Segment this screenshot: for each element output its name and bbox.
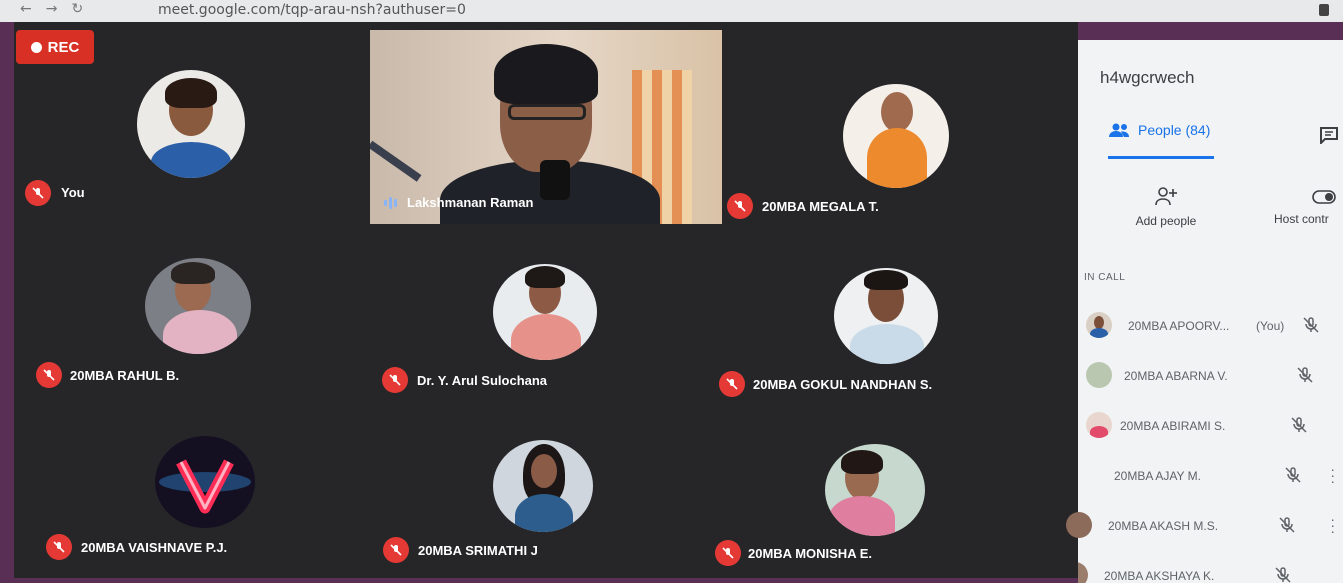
participant-name: 20MBA RAHUL B.: [70, 368, 180, 383]
people-tab-label: People (84): [1138, 122, 1211, 138]
mic-off-icon: [715, 540, 741, 566]
presenter-video[interactable]: Lakshmanan Raman: [370, 30, 722, 224]
participant-name: 20MBA MONISHA E.: [748, 546, 872, 561]
people-icon: [1109, 123, 1129, 137]
avatar: [145, 258, 251, 354]
mic-off-icon: [727, 193, 753, 219]
participant-name: 20MBA GOKUL NANDHAN S.: [753, 377, 933, 392]
browser-nav-icons[interactable]: ←→↻: [20, 1, 97, 17]
participant-name: 20MBA APOORV...: [1128, 319, 1230, 333]
host-controls-label: Host contr: [1274, 212, 1329, 226]
participant-row[interactable]: 20MBA ABARNA V.: [1078, 352, 1343, 400]
mic-off-icon: [1297, 367, 1313, 383]
avatar: [1086, 312, 1112, 338]
participant-name: 20MBA AKASH M.S.: [1108, 519, 1219, 533]
participant-name: 20MBA MEGALA T.: [762, 199, 879, 214]
avatar: [493, 440, 593, 532]
avatar: [1066, 512, 1092, 538]
mic-off-icon: [25, 180, 51, 206]
add-people-label: Add people: [1135, 214, 1197, 228]
people-panel: h4wgcrwech People (84) Add people Host c…: [1066, 40, 1343, 583]
participant-name: 20MBA VAISHNAVE P.J.: [81, 540, 228, 555]
mic-off-icon: [1285, 467, 1301, 483]
participant-name: 20MBA ABIRAMI S.: [1120, 419, 1226, 433]
audio-bars-icon: [384, 196, 397, 209]
add-people-button[interactable]: Add people: [1126, 186, 1206, 228]
extension-icon[interactable]: [1319, 4, 1329, 16]
participant-name: Lakshmanan Raman: [407, 195, 534, 210]
participant-row[interactable]: 20MBA AJAY M. · · ·: [1078, 452, 1343, 500]
participant-name: 20MBA AJAY M.: [1114, 469, 1201, 483]
record-dot-icon: [30, 41, 42, 53]
participant-name: 20MBA ABARNA V.: [1124, 369, 1228, 383]
recording-badge: REC: [16, 30, 94, 64]
participant-name: You: [61, 185, 85, 200]
avatar: [137, 70, 245, 178]
participant-row[interactable]: 20MBA APOORV... (You): [1078, 302, 1343, 350]
mic-off-icon: [1275, 567, 1291, 583]
tab-people[interactable]: People (84): [1108, 122, 1210, 138]
url-text[interactable]: meet.google.com/tqp-arau-nsh?authuser=0: [158, 2, 466, 18]
mic-off-icon: [1303, 317, 1319, 333]
mic-off-icon: [382, 367, 408, 393]
avatar: [825, 444, 925, 536]
more-vert-icon[interactable]: · · ·: [1330, 512, 1335, 538]
add-person-icon: [1155, 187, 1177, 206]
in-call-heading: IN CALL: [1084, 272, 1126, 283]
mic-off-icon: [1291, 417, 1307, 433]
avatar: [843, 84, 949, 188]
participant-row[interactable]: 20MBA AKSHAYA K.: [1078, 552, 1343, 583]
mic-off-icon: [383, 537, 409, 563]
participant-name: 20MBA SRIMATHI J: [418, 543, 538, 558]
participant-name: 20MBA AKSHAYA K.: [1104, 569, 1215, 583]
v-logo-icon: [159, 459, 251, 514]
mic-off-icon: [1279, 517, 1295, 533]
participant-row[interactable]: 20MBA ABIRAMI S.: [1078, 402, 1343, 450]
mic-off-icon: [36, 362, 62, 388]
mic-off-icon: [46, 534, 72, 560]
tab-indicator: [1108, 156, 1214, 159]
toggle-icon: [1312, 190, 1336, 204]
avatar: [493, 264, 597, 360]
chat-icon[interactable]: [1319, 126, 1339, 144]
participant-row[interactable]: 20MBA AKASH M.S. · · ·: [1066, 502, 1343, 550]
browser-url-bar: ←→↻ meet.google.com/tqp-arau-nsh?authuse…: [0, 0, 1343, 22]
avatar: [1086, 412, 1112, 438]
participant-name: Dr. Y. Arul Sulochana: [417, 373, 548, 388]
avatar: [834, 268, 938, 364]
avatar: [1086, 362, 1112, 388]
host-controls-button[interactable]: Host contr: [1268, 190, 1343, 226]
mic-off-icon: [719, 371, 745, 397]
rec-label: REC: [47, 38, 80, 56]
avatar: [1078, 562, 1088, 583]
meeting-code: h4wgcrwech: [1100, 68, 1195, 87]
more-vert-icon[interactable]: · · ·: [1330, 462, 1335, 488]
you-tag: (You): [1256, 319, 1285, 333]
avatar: [155, 436, 255, 528]
